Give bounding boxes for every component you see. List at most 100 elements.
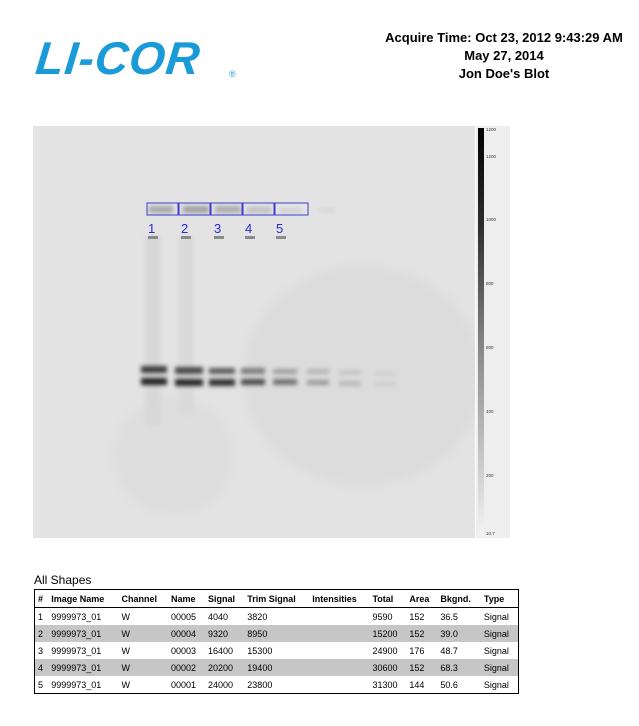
scale-gradient xyxy=(478,128,484,536)
table-cell: 152 xyxy=(406,625,438,642)
table-cell: 00005 xyxy=(171,611,197,622)
scale-tick-label: 1200 xyxy=(486,154,497,159)
scale-tick-label: 400 xyxy=(486,409,494,414)
logo-registered-mark: ® xyxy=(229,69,236,79)
table-cell: 30600 xyxy=(369,659,407,676)
table-cell: 16400 xyxy=(207,645,233,656)
band xyxy=(339,370,361,375)
band xyxy=(339,381,361,386)
table-cell: 00004 xyxy=(168,625,205,642)
table-cell: 1 xyxy=(38,611,44,622)
scale-tick-label: 800 xyxy=(486,281,494,286)
table-cell: 9999973_01 xyxy=(51,645,102,656)
table-cell: 144 xyxy=(409,679,425,690)
column-header: Total xyxy=(369,589,407,608)
table-cell: 4 xyxy=(34,659,49,676)
band xyxy=(183,206,209,213)
shapes-table: # Image Name Channel Name Signal Trim Si… xyxy=(34,589,519,694)
column-header: # xyxy=(34,589,49,608)
band xyxy=(279,208,301,213)
band xyxy=(175,379,203,386)
lane-label-3: 3 xyxy=(214,221,221,236)
table-cell: Signal xyxy=(483,645,509,656)
band xyxy=(209,379,235,386)
table-cell xyxy=(309,642,369,659)
table-cell: 8950 xyxy=(244,625,310,642)
band xyxy=(247,207,271,213)
table-cell: 9999973_01 xyxy=(51,611,102,622)
table-cell: 20200 xyxy=(204,659,245,676)
table-cell: W xyxy=(121,611,131,622)
column-header: Intensities xyxy=(309,589,370,608)
table-cell: Signal xyxy=(483,679,509,690)
table-cell: 36.5 xyxy=(440,611,458,622)
table-row[interactable]: 3 9999973_01 W 00003 16400 15300 24900 1… xyxy=(35,642,519,659)
table-row[interactable]: 4 9999973_01 W 00002 20200 19400 30600 1… xyxy=(34,659,519,676)
table-cell: 176 xyxy=(409,645,425,656)
lane-marker xyxy=(148,236,158,239)
table-cell: 152 xyxy=(406,659,438,676)
column-header: Name xyxy=(168,589,205,608)
band xyxy=(141,366,167,373)
background-smear xyxy=(113,396,233,516)
lane-label-2: 2 xyxy=(181,221,188,236)
table-cell: 68.3 xyxy=(437,659,481,676)
table-cell: 5 xyxy=(38,679,44,690)
lane-smear xyxy=(178,236,194,416)
band xyxy=(241,379,265,385)
band xyxy=(149,206,173,213)
table-cell: 39.0 xyxy=(437,625,481,642)
table-cell: 15300 xyxy=(247,645,273,656)
table-cell: 3 xyxy=(38,645,44,656)
table-cell xyxy=(309,676,369,694)
scale-tick-label: 600 xyxy=(486,345,494,350)
scale-top-label: 1200 xyxy=(486,127,497,132)
band xyxy=(375,372,395,376)
lane-marker xyxy=(245,236,255,239)
blot-image[interactable]: 1 2 3 4 5 xyxy=(33,126,475,538)
table-cell: 19400 xyxy=(244,659,310,676)
table-cell: 00001 xyxy=(171,679,197,690)
table-cell: W xyxy=(118,625,168,642)
table-cell: Signal xyxy=(480,625,519,642)
table-cell: Signal xyxy=(483,611,509,622)
table-cell: 9999973_01 xyxy=(48,659,119,676)
band xyxy=(215,206,241,213)
band xyxy=(241,368,265,374)
table-cell xyxy=(309,608,369,626)
table-cell xyxy=(309,659,370,676)
table-cell: 23800 xyxy=(247,679,273,690)
blot-image-svg: 1 2 3 4 5 xyxy=(113,202,475,516)
band xyxy=(209,368,235,374)
table-caption: All Shapes xyxy=(34,573,92,587)
acquire-time: Acquire Time: Oct 23, 2012 9:43:29 AM xyxy=(385,30,623,45)
column-header: Type xyxy=(480,589,519,608)
table-cell: 9320 xyxy=(204,625,245,642)
table-row[interactable]: 2 9999973_01 W 00004 9320 8950 15200 152… xyxy=(34,625,519,642)
table-cell xyxy=(309,625,370,642)
table-row[interactable]: 5 9999973_01 W 00001 24000 23800 31300 1… xyxy=(35,676,519,694)
column-header: Channel xyxy=(118,589,168,608)
licor-logo: LI-COR xyxy=(33,32,246,84)
lane-label-5: 5 xyxy=(276,221,283,236)
intensity-scale-svg: 1200 1200 1000 800 600 400 200 10.7 xyxy=(476,126,510,538)
band xyxy=(273,379,297,385)
table-cell: W xyxy=(121,679,131,690)
table-cell: 152 xyxy=(409,611,425,622)
table-row[interactable]: 1 9999973_01 W 00005 4040 3820 9590 152 … xyxy=(35,608,519,626)
table-cell: 15200 xyxy=(369,625,407,642)
table-cell: 3820 xyxy=(247,611,268,622)
table-cell: W xyxy=(118,659,168,676)
table-cell: 00003 xyxy=(171,645,197,656)
table-cell: 4040 xyxy=(207,611,228,622)
table-cell: 24900 xyxy=(372,645,398,656)
lane-label-1: 1 xyxy=(148,221,155,236)
table-cell: 9999973_01 xyxy=(51,679,102,690)
intensity-scale: 1200 1200 1000 800 600 400 200 10.7 xyxy=(476,126,510,538)
table-cell: 48.7 xyxy=(440,645,458,656)
band xyxy=(307,380,329,385)
blot-name: Jon Doe's Blot xyxy=(458,66,550,81)
table-header-row: # Image Name Channel Name Signal Trim Si… xyxy=(34,589,519,608)
column-header: Signal xyxy=(204,589,245,608)
column-header: Trim Signal xyxy=(244,589,310,608)
